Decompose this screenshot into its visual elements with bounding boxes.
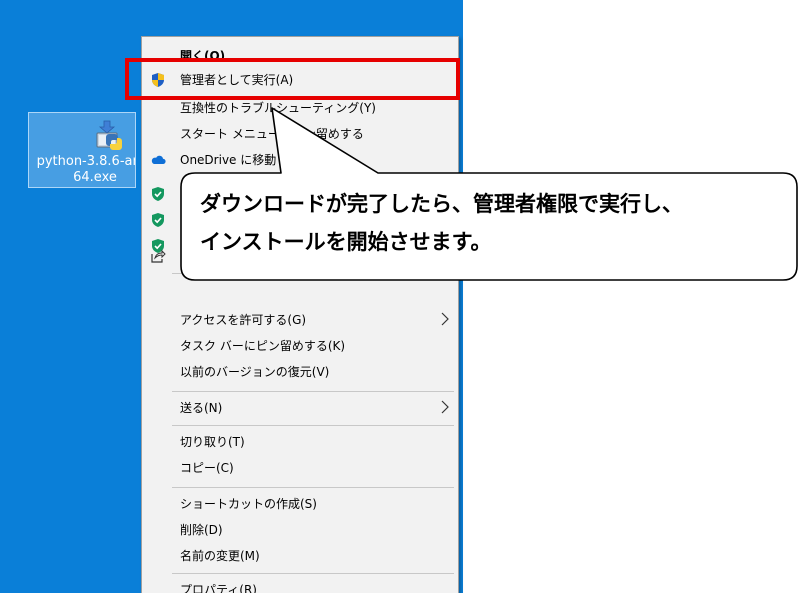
callout-line-1: ダウンロードが完了したら、管理者権限で実行し、 [200,192,683,216]
callout-line-2: インストールを開始させます。 [200,230,492,254]
callout-text: ダウンロードが完了したら、管理者権限で実行し、 インストールを開始させます。 [200,185,790,261]
callout-bubble [180,107,798,281]
